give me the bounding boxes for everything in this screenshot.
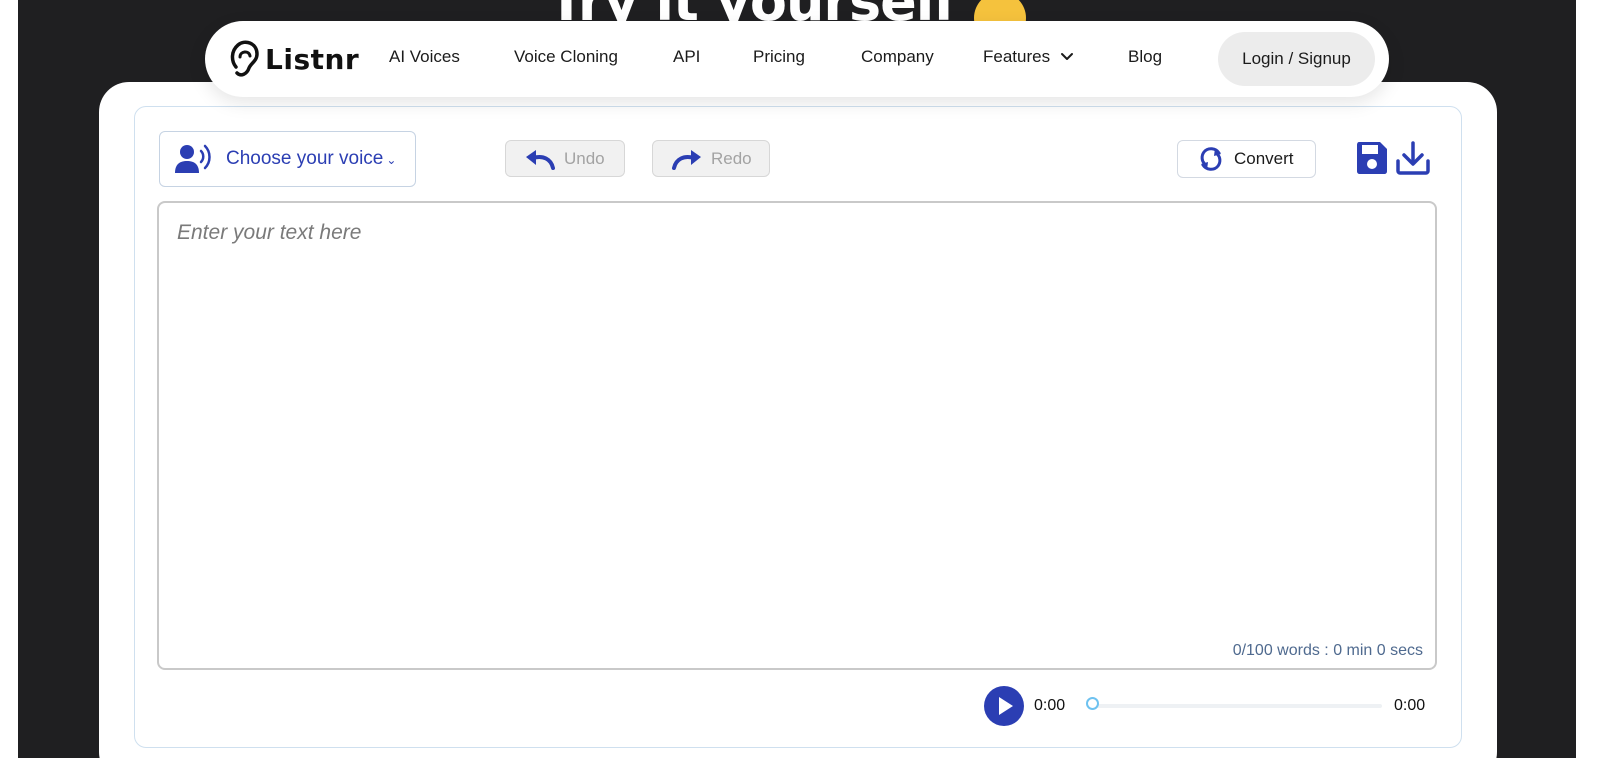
text-input[interactable] <box>159 203 1435 668</box>
play-icon <box>999 697 1013 715</box>
play-button[interactable] <box>984 686 1024 726</box>
ear-logo-icon <box>230 40 259 77</box>
navbar: Listnr AI Voices Voice Cloning API Prici… <box>205 21 1389 97</box>
seek-knob[interactable] <box>1086 697 1099 710</box>
choose-voice-button[interactable]: Choose your voice ⌄ <box>159 131 416 187</box>
undo-icon <box>526 149 555 170</box>
nav-api[interactable]: API <box>673 47 700 67</box>
redo-label: Redo <box>711 148 752 168</box>
save-icon <box>1357 142 1387 174</box>
save-button[interactable] <box>1356 141 1388 180</box>
nav-ai-voices[interactable]: AI Voices <box>389 47 460 67</box>
seek-track[interactable] <box>1092 704 1382 708</box>
login-signup-button[interactable]: Login / Signup <box>1218 32 1375 86</box>
convert-label: Convert <box>1234 149 1294 168</box>
nav-pricing[interactable]: Pricing <box>753 47 805 67</box>
convert-button[interactable]: Convert <box>1177 140 1316 178</box>
nav-company[interactable]: Company <box>861 47 934 67</box>
word-count: 0/100 words : 0 min 0 secs <box>1232 642 1423 659</box>
current-time: 0:00 <box>1034 697 1066 714</box>
undo-label: Undo <box>564 148 605 168</box>
chevron-down-icon <box>1061 53 1074 60</box>
undo-button[interactable]: Undo <box>505 140 625 177</box>
brand-logo[interactable]: Listnr <box>227 39 359 79</box>
voice-caret-icon: ⌄ <box>386 153 397 167</box>
nav-voice-cloning[interactable]: Voice Cloning <box>514 47 618 67</box>
nav-features[interactable]: Features <box>983 47 1074 67</box>
nav-features-label: Features <box>983 47 1051 66</box>
redo-icon <box>672 149 701 170</box>
convert-icon <box>1200 147 1222 171</box>
redo-button[interactable]: Redo <box>652 140 770 177</box>
text-editor: 0/100 words : 0 min 0 secs <box>157 201 1437 670</box>
voice-user-icon <box>175 144 211 173</box>
choose-voice-label: Choose your voice <box>226 148 384 169</box>
download-button[interactable] <box>1396 141 1430 180</box>
brand-name: Listnr <box>265 42 360 76</box>
duration-time: 0:00 <box>1394 697 1426 714</box>
download-icon <box>1396 141 1430 175</box>
nav-blog[interactable]: Blog <box>1128 47 1162 67</box>
